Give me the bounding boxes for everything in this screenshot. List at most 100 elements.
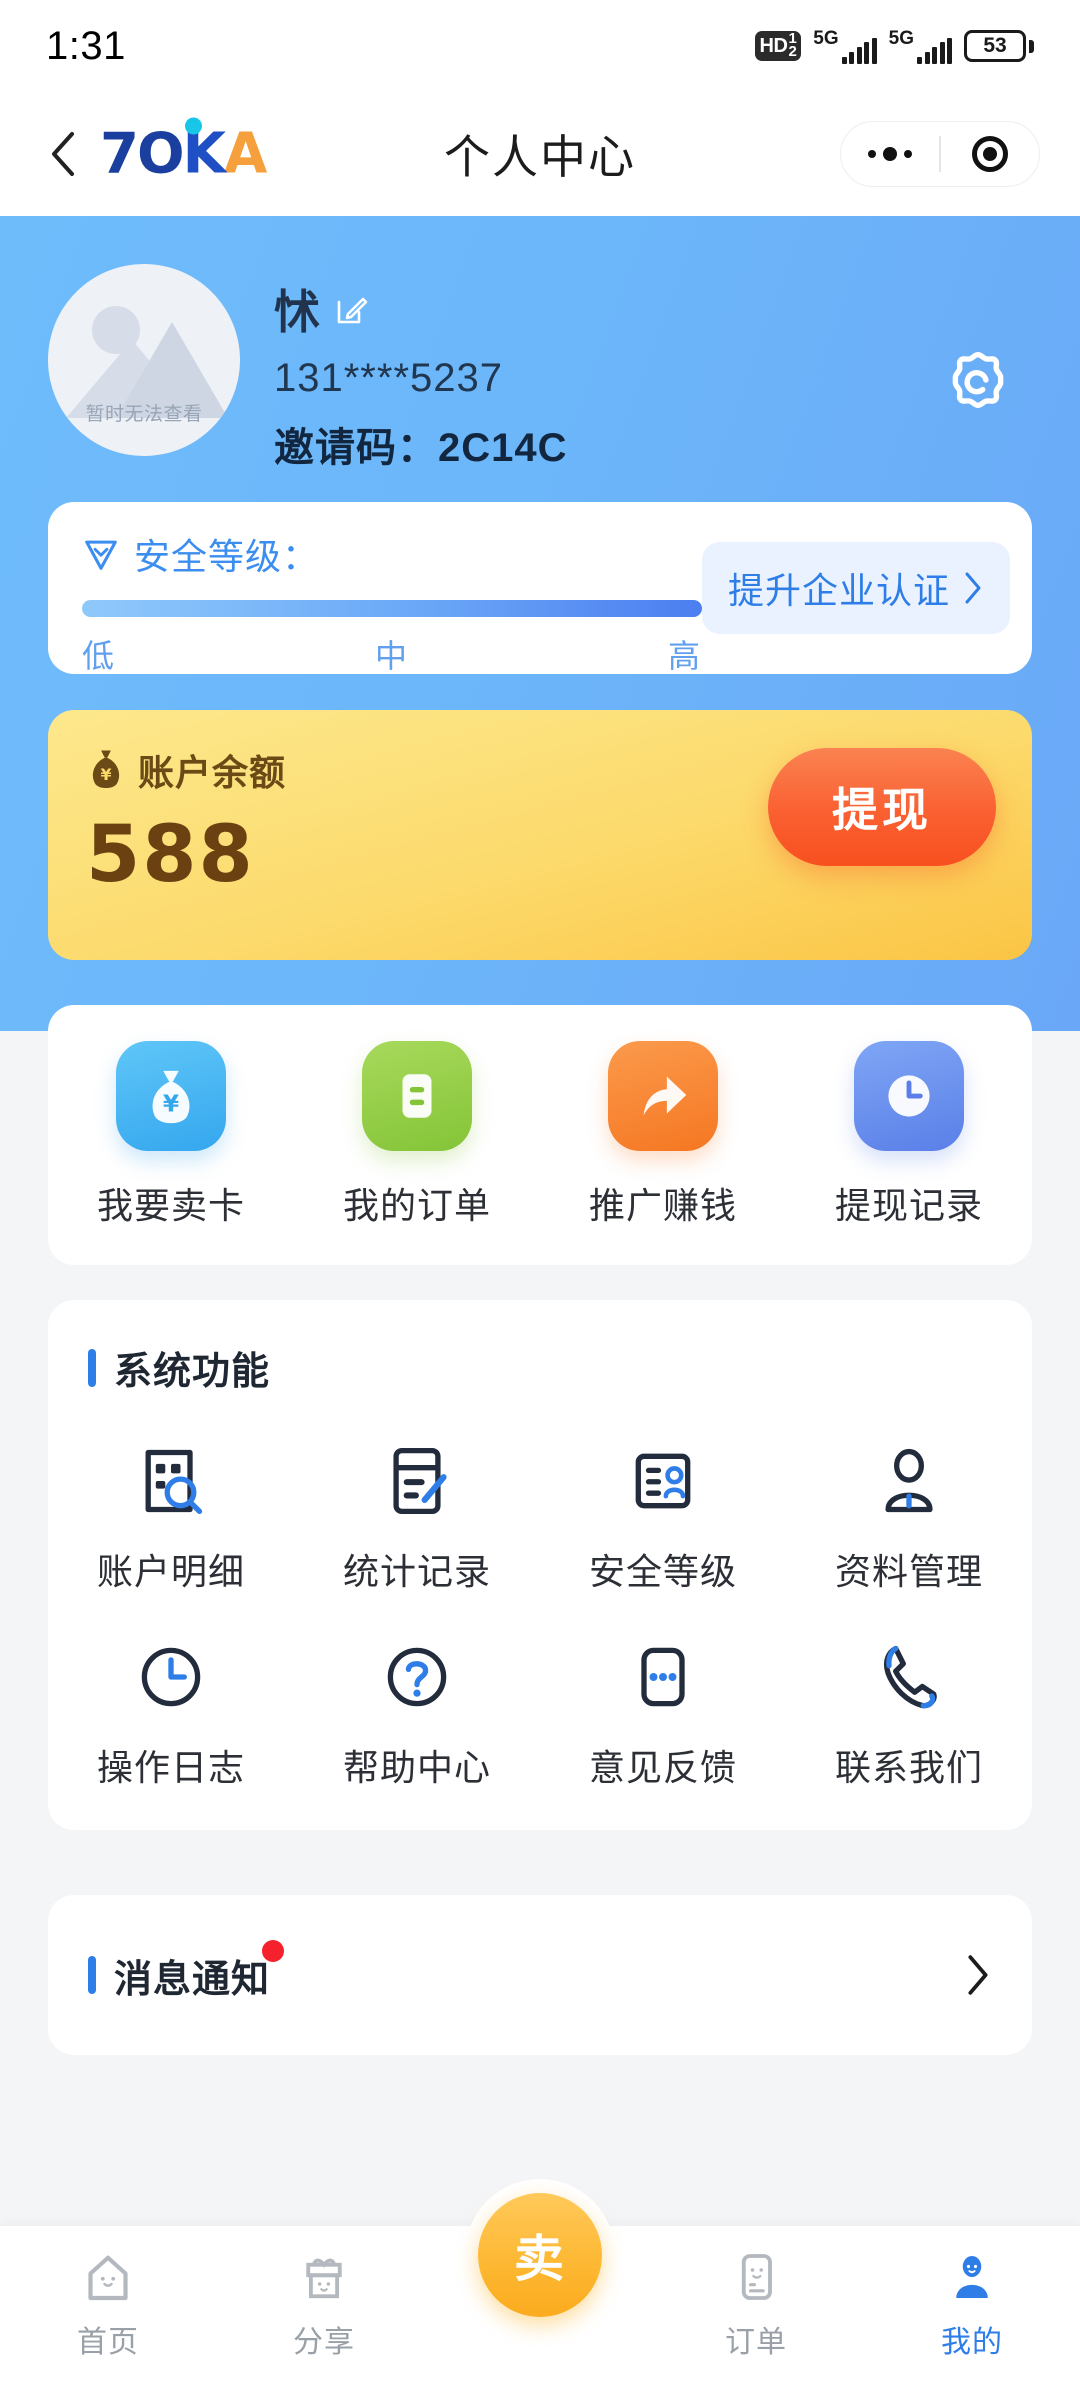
logo-text-k: K	[183, 117, 226, 187]
sell-fab-button[interactable]: 卖	[478, 2193, 602, 2317]
system-item-label: 帮助中心	[342, 1747, 491, 1788]
edit-pencil-icon[interactable]	[334, 292, 368, 326]
profile-header: 暂时无法查看 怵 131****5237 邀请码：2C14C 安全等级： 低 中…	[0, 216, 1080, 1031]
network-type-1: 5G	[813, 28, 839, 49]
tab-mine[interactable]: 我的	[864, 2225, 1080, 2361]
message-notification-label: 消息通知	[114, 1958, 271, 2001]
chevron-right-icon	[965, 572, 981, 604]
system-item-contact-us[interactable]: 联系我们	[786, 1635, 1032, 1791]
order-list-icon	[362, 1041, 472, 1151]
security-level-mid: 中	[374, 638, 407, 674]
system-functions-grid: 账户明细 统计记录 安全等级 资料管理 操作日志 帮助中心 意见反馈 联系我们	[48, 1439, 1032, 1831]
system-item-feedback[interactable]: 意见反馈	[540, 1635, 786, 1791]
withdraw-button[interactable]: 提现	[768, 748, 996, 866]
navigation-bar: 7O K A 个人中心	[0, 92, 1080, 216]
system-item-help-center[interactable]: 帮助中心	[294, 1635, 540, 1791]
security-level-low: 低	[82, 638, 115, 674]
system-functions-title: 系统功能	[114, 1351, 271, 1393]
tab-label: 首页	[77, 2326, 139, 2359]
battery-icon: 53	[964, 30, 1034, 62]
system-functions-heading: 系统功能	[48, 1340, 1032, 1395]
sell-fab-label: 卖	[514, 2231, 566, 2287]
status-bar-time: 1:31	[46, 23, 126, 68]
heading-accent-bar	[88, 1348, 96, 1387]
quick-actions-card: ¥ 我要卖卡 我的订单 推广赚钱 提现记录	[48, 1005, 1032, 1265]
chevron-right-icon	[968, 1955, 988, 1995]
status-bar: 1:31 HD 1 2 5G 5G 53	[0, 0, 1080, 92]
system-item-profile-management[interactable]: 资料管理	[786, 1439, 1032, 1595]
quick-action-sell-card[interactable]: ¥ 我要卖卡	[71, 1041, 271, 1229]
tab-home[interactable]: 首页	[0, 2225, 216, 2361]
question-circle-icon	[375, 1635, 459, 1719]
tab-share[interactable]: 分享	[216, 2225, 432, 2361]
logo-text-blue: 7O	[100, 121, 185, 187]
upgrade-enterprise-button[interactable]: 提升企业认证	[701, 542, 1010, 634]
svg-text:¥: ¥	[100, 765, 111, 784]
user-profile-icon	[867, 1439, 951, 1523]
capsule-menu-button[interactable]	[841, 147, 939, 161]
receipt-icon	[726, 2247, 786, 2307]
hd-badge-text: HD	[759, 34, 788, 57]
tab-label: 订单	[725, 2326, 787, 2359]
logo-text-orange: A	[223, 121, 267, 187]
profile-info: 怵 131****5237 邀请码：2C14C	[274, 264, 568, 473]
profile-name: 怵	[274, 286, 320, 338]
system-item-label: 意见反馈	[588, 1747, 737, 1788]
clock-icon	[854, 1041, 964, 1151]
quick-action-my-orders[interactable]: 我的订单	[317, 1041, 517, 1229]
system-item-label: 联系我们	[834, 1747, 983, 1788]
document-edit-icon	[375, 1439, 459, 1523]
network-type-2: 5G	[888, 28, 914, 49]
withdraw-button-label: 提现	[832, 784, 932, 836]
target-circle-icon	[971, 136, 1008, 172]
svg-text:¥: ¥	[163, 1091, 179, 1118]
system-item-statistics[interactable]: 统计记录	[294, 1439, 540, 1595]
heading-accent-bar	[88, 1956, 96, 1994]
app-screen: 1:31 HD 1 2 5G 5G 53 7O K A 个人中心 暂时无法查看 …	[0, 0, 1080, 2400]
upgrade-enterprise-label: 提升企业认证	[727, 570, 950, 611]
settings-button[interactable]	[940, 342, 1016, 418]
security-level-high: 高	[667, 638, 700, 674]
avatar[interactable]: 暂时无法查看	[48, 264, 240, 456]
money-bag-icon: ¥	[92, 750, 120, 789]
hd-badge-sub: 2	[788, 43, 797, 60]
clock-icon	[129, 1635, 213, 1719]
profile-name-row: 怵	[274, 276, 568, 342]
more-dots-icon	[868, 147, 913, 161]
security-progress-bar	[82, 600, 702, 617]
profile-phone: 131****5237	[274, 356, 503, 400]
avatar-placeholder-text: 暂时无法查看	[85, 404, 203, 425]
gift-icon	[294, 2247, 354, 2307]
capsule-close-button[interactable]	[941, 136, 1039, 172]
quick-action-label: 提现记录	[834, 1185, 983, 1226]
share-arrow-icon	[608, 1041, 718, 1151]
quick-action-withdraw-records[interactable]: 提现记录	[809, 1041, 1009, 1229]
logo-dot-icon	[184, 117, 202, 135]
brand-logo: 7O K A	[100, 117, 267, 187]
chevron-left-icon	[52, 132, 74, 176]
profile-invite-code[interactable]: 邀请码：2C14C	[274, 415, 568, 473]
system-item-label: 安全等级	[588, 1551, 737, 1592]
account-balance-card: ¥ 账户余额 588 提现	[48, 710, 1032, 960]
quick-action-promote[interactable]: 推广赚钱	[563, 1041, 763, 1229]
tab-orders[interactable]: 订单	[648, 2225, 864, 2361]
back-button[interactable]	[40, 131, 86, 177]
message-notification-title: 消息通知	[114, 1939, 285, 2003]
gear-icon	[952, 351, 1004, 409]
system-functions-card: 系统功能 账户明细 统计记录 安全等级 资料管理 操作日志 帮助中心 意见反馈 …	[48, 1300, 1032, 1830]
signal-icon-1: 5G	[813, 28, 877, 64]
system-item-security-level[interactable]: 安全等级	[540, 1439, 786, 1595]
message-notification-row[interactable]: 消息通知	[48, 1895, 1032, 2055]
system-item-account-detail[interactable]: 账户明细	[48, 1439, 294, 1595]
miniprogram-capsule	[840, 121, 1040, 187]
system-item-label: 操作日志	[96, 1747, 245, 1788]
system-item-label: 统计记录	[342, 1551, 491, 1592]
battery-percent: 53	[983, 34, 1007, 57]
hd-voice-icon: HD 1 2	[754, 31, 802, 61]
message-notification-left: 消息通知	[88, 1939, 285, 2003]
signal-icon-2: 5G	[889, 28, 952, 64]
status-bar-indicators: HD 1 2 5G 5G 53	[754, 28, 1034, 64]
system-item-label: 账户明细	[96, 1551, 245, 1592]
system-item-operation-log[interactable]: 操作日志	[48, 1635, 294, 1791]
signal-bars-2	[917, 38, 952, 64]
